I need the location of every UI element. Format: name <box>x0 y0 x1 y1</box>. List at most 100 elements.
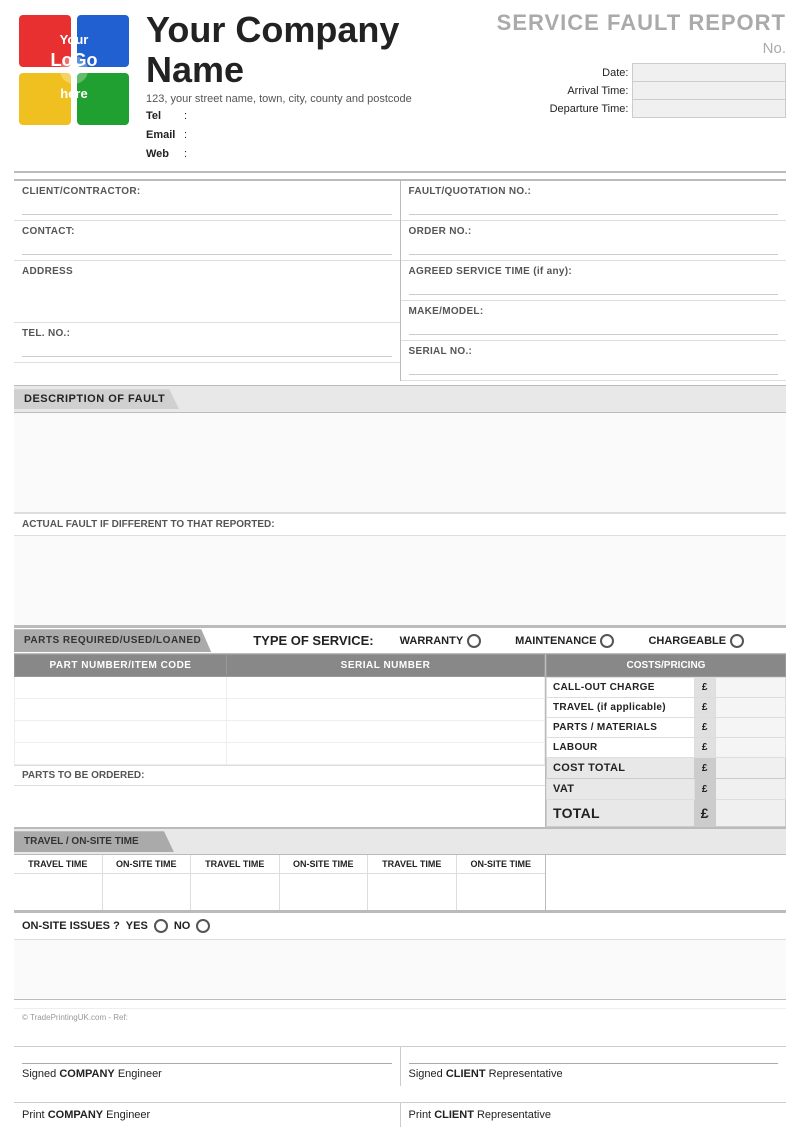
logo-area: Your LoGo here <box>14 10 134 130</box>
svg-text:here: here <box>60 86 87 101</box>
tel-label: Tel <box>146 107 184 126</box>
onsite-notes-area[interactable] <box>14 940 786 1000</box>
onsite-issues-label: ON-SITE ISSUES ? <box>22 920 120 932</box>
parts-table-area: PART NUMBER/ITEM CODE SERIAL NUMBER PART… <box>14 654 546 827</box>
actual-fault-area[interactable] <box>14 536 786 626</box>
contact-value[interactable] <box>22 239 392 255</box>
main-form: CLIENT/CONTRACTOR: CONTACT: ADDRESS TEL.… <box>14 179 786 381</box>
travel-header-row: TRAVEL / ON-SITE TIME <box>14 829 786 855</box>
labour-label: LABOUR <box>547 738 695 758</box>
company-sign-cell: Signed COMPANY Engineer <box>14 1047 401 1086</box>
agreed-service-value[interactable] <box>409 279 779 295</box>
serial-no-value[interactable] <box>409 359 779 375</box>
cost-total-value[interactable] <box>715 758 785 779</box>
travel-costs-spacer <box>546 855 786 910</box>
company-bold: COMPANY <box>59 1068 114 1080</box>
onsite-val-3[interactable] <box>457 874 546 910</box>
chargeable-option[interactable]: CHARGEABLE <box>648 634 744 648</box>
client-value[interactable] <box>22 199 392 215</box>
fault-description-area[interactable] <box>14 413 786 513</box>
print-client-cell: Print CLIENT Representative <box>401 1103 787 1127</box>
parts-currency: £ <box>694 718 715 738</box>
company-sign-label: Signed COMPANY Engineer <box>22 1068 392 1080</box>
client-sign-cell: Signed CLIENT Representative <box>401 1047 787 1086</box>
parts-table: PART NUMBER/ITEM CODE SERIAL NUMBER <box>14 654 545 765</box>
order-no-label: ORDER NO.: <box>409 226 779 237</box>
arrival-value[interactable] <box>633 82 786 100</box>
parts-materials-label: PARTS / MATERIALS <box>547 718 695 738</box>
date-value[interactable] <box>633 64 786 82</box>
travel-col-values <box>14 874 545 910</box>
print-company-cell: Print COMPANY Engineer <box>14 1103 401 1127</box>
grand-total-value[interactable] <box>715 800 785 827</box>
no-radio[interactable] <box>196 919 210 933</box>
warranty-radio[interactable] <box>467 634 481 648</box>
labour-value[interactable] <box>715 738 785 758</box>
order-no-value[interactable] <box>409 239 779 255</box>
call-out-label: CALL-OUT CHARGE <box>547 678 695 698</box>
travel-value[interactable] <box>715 698 785 718</box>
header-right: SERVICE FAULT REPORT No. Date: Arrival T… <box>497 10 786 118</box>
travel-val-2[interactable] <box>191 874 280 910</box>
address-label: ADDRESS <box>22 266 392 277</box>
travel-time-3: TRAVEL TIME <box>368 855 457 873</box>
serial-number-header: SERIAL NUMBER <box>227 655 545 677</box>
departure-value[interactable] <box>633 100 786 118</box>
chargeable-radio[interactable] <box>730 634 744 648</box>
part-num-2[interactable] <box>15 699 227 721</box>
part-num-1[interactable] <box>15 677 227 699</box>
part-num-4[interactable] <box>15 743 227 765</box>
vat-label: VAT <box>547 779 695 800</box>
part-num-3[interactable] <box>15 721 227 743</box>
no-label: NO <box>174 920 191 932</box>
address-value[interactable] <box>22 277 392 317</box>
vat-value[interactable] <box>715 779 785 800</box>
grand-total-currency: £ <box>694 800 715 827</box>
sign-lines-row: Signed COMPANY Engineer Signed CLIENT Re… <box>14 1046 786 1086</box>
labour-row: LABOUR £ <box>547 738 786 758</box>
call-out-value[interactable] <box>715 678 785 698</box>
print-lines-row: Print COMPANY Engineer Print CLIENT Repr… <box>14 1102 786 1127</box>
onsite-val-2[interactable] <box>280 874 369 910</box>
onsite-time-3: ON-SITE TIME <box>457 855 546 873</box>
company-address: 123, your street name, town, city, count… <box>146 93 497 105</box>
onsite-time-1: ON-SITE TIME <box>103 855 192 873</box>
onsite-val-1[interactable] <box>103 874 192 910</box>
fault-quotation-value[interactable] <box>409 199 779 215</box>
print-engineer-label: Engineer <box>106 1109 150 1121</box>
make-model-row: MAKE/MODEL: <box>401 301 787 341</box>
total-row: TOTAL £ <box>547 800 786 827</box>
maintenance-radio[interactable] <box>600 634 614 648</box>
make-model-value[interactable] <box>409 319 779 335</box>
agreed-service-label: AGREED SERVICE TIME (if any): <box>409 266 779 277</box>
serial-num-2[interactable] <box>227 699 545 721</box>
travel-val-1[interactable] <box>14 874 103 910</box>
maintenance-option[interactable]: MAINTENANCE <box>515 634 614 648</box>
chargeable-label: CHARGEABLE <box>648 635 726 647</box>
logo-icon: Your LoGo here <box>14 10 134 130</box>
date-table: Date: Arrival Time: Departure Time: <box>497 63 786 118</box>
serial-num-3[interactable] <box>227 721 545 743</box>
travel-cost-row: TRAVEL (if applicable) £ <box>547 698 786 718</box>
print-company-text: Print <box>22 1109 45 1121</box>
fault-quotation-row: FAULT/QUOTATION NO.: <box>401 181 787 221</box>
parts-row-3 <box>15 721 545 743</box>
travel-col-headers: TRAVEL TIME ON-SITE TIME TRAVEL TIME ON-… <box>14 855 545 874</box>
parts-value[interactable] <box>715 718 785 738</box>
make-model-label: MAKE/MODEL: <box>409 306 779 317</box>
engineer-label: Engineer <box>118 1068 162 1080</box>
client-sign-label: Signed CLIENT Representative <box>409 1068 779 1080</box>
travel-val-3[interactable] <box>368 874 457 910</box>
yes-radio[interactable] <box>154 919 168 933</box>
serial-num-1[interactable] <box>227 677 545 699</box>
warranty-option[interactable]: WARRANTY <box>400 634 482 648</box>
total-label: TOTAL <box>547 800 695 827</box>
page: Your LoGo here Your Company Name 123, yo… <box>0 0 800 1137</box>
form-right-col: FAULT/QUOTATION NO.: ORDER NO.: AGREED S… <box>401 181 787 381</box>
contact-row: CONTACT: <box>14 221 400 261</box>
tel-row: Tel: <box>146 107 497 126</box>
serial-num-4[interactable] <box>227 743 545 765</box>
travel-time-1: TRAVEL TIME <box>14 855 103 873</box>
tel-no-value[interactable] <box>22 341 392 357</box>
parts-required-label: PARTS REQUIRED/USED/LOANED <box>14 629 211 652</box>
